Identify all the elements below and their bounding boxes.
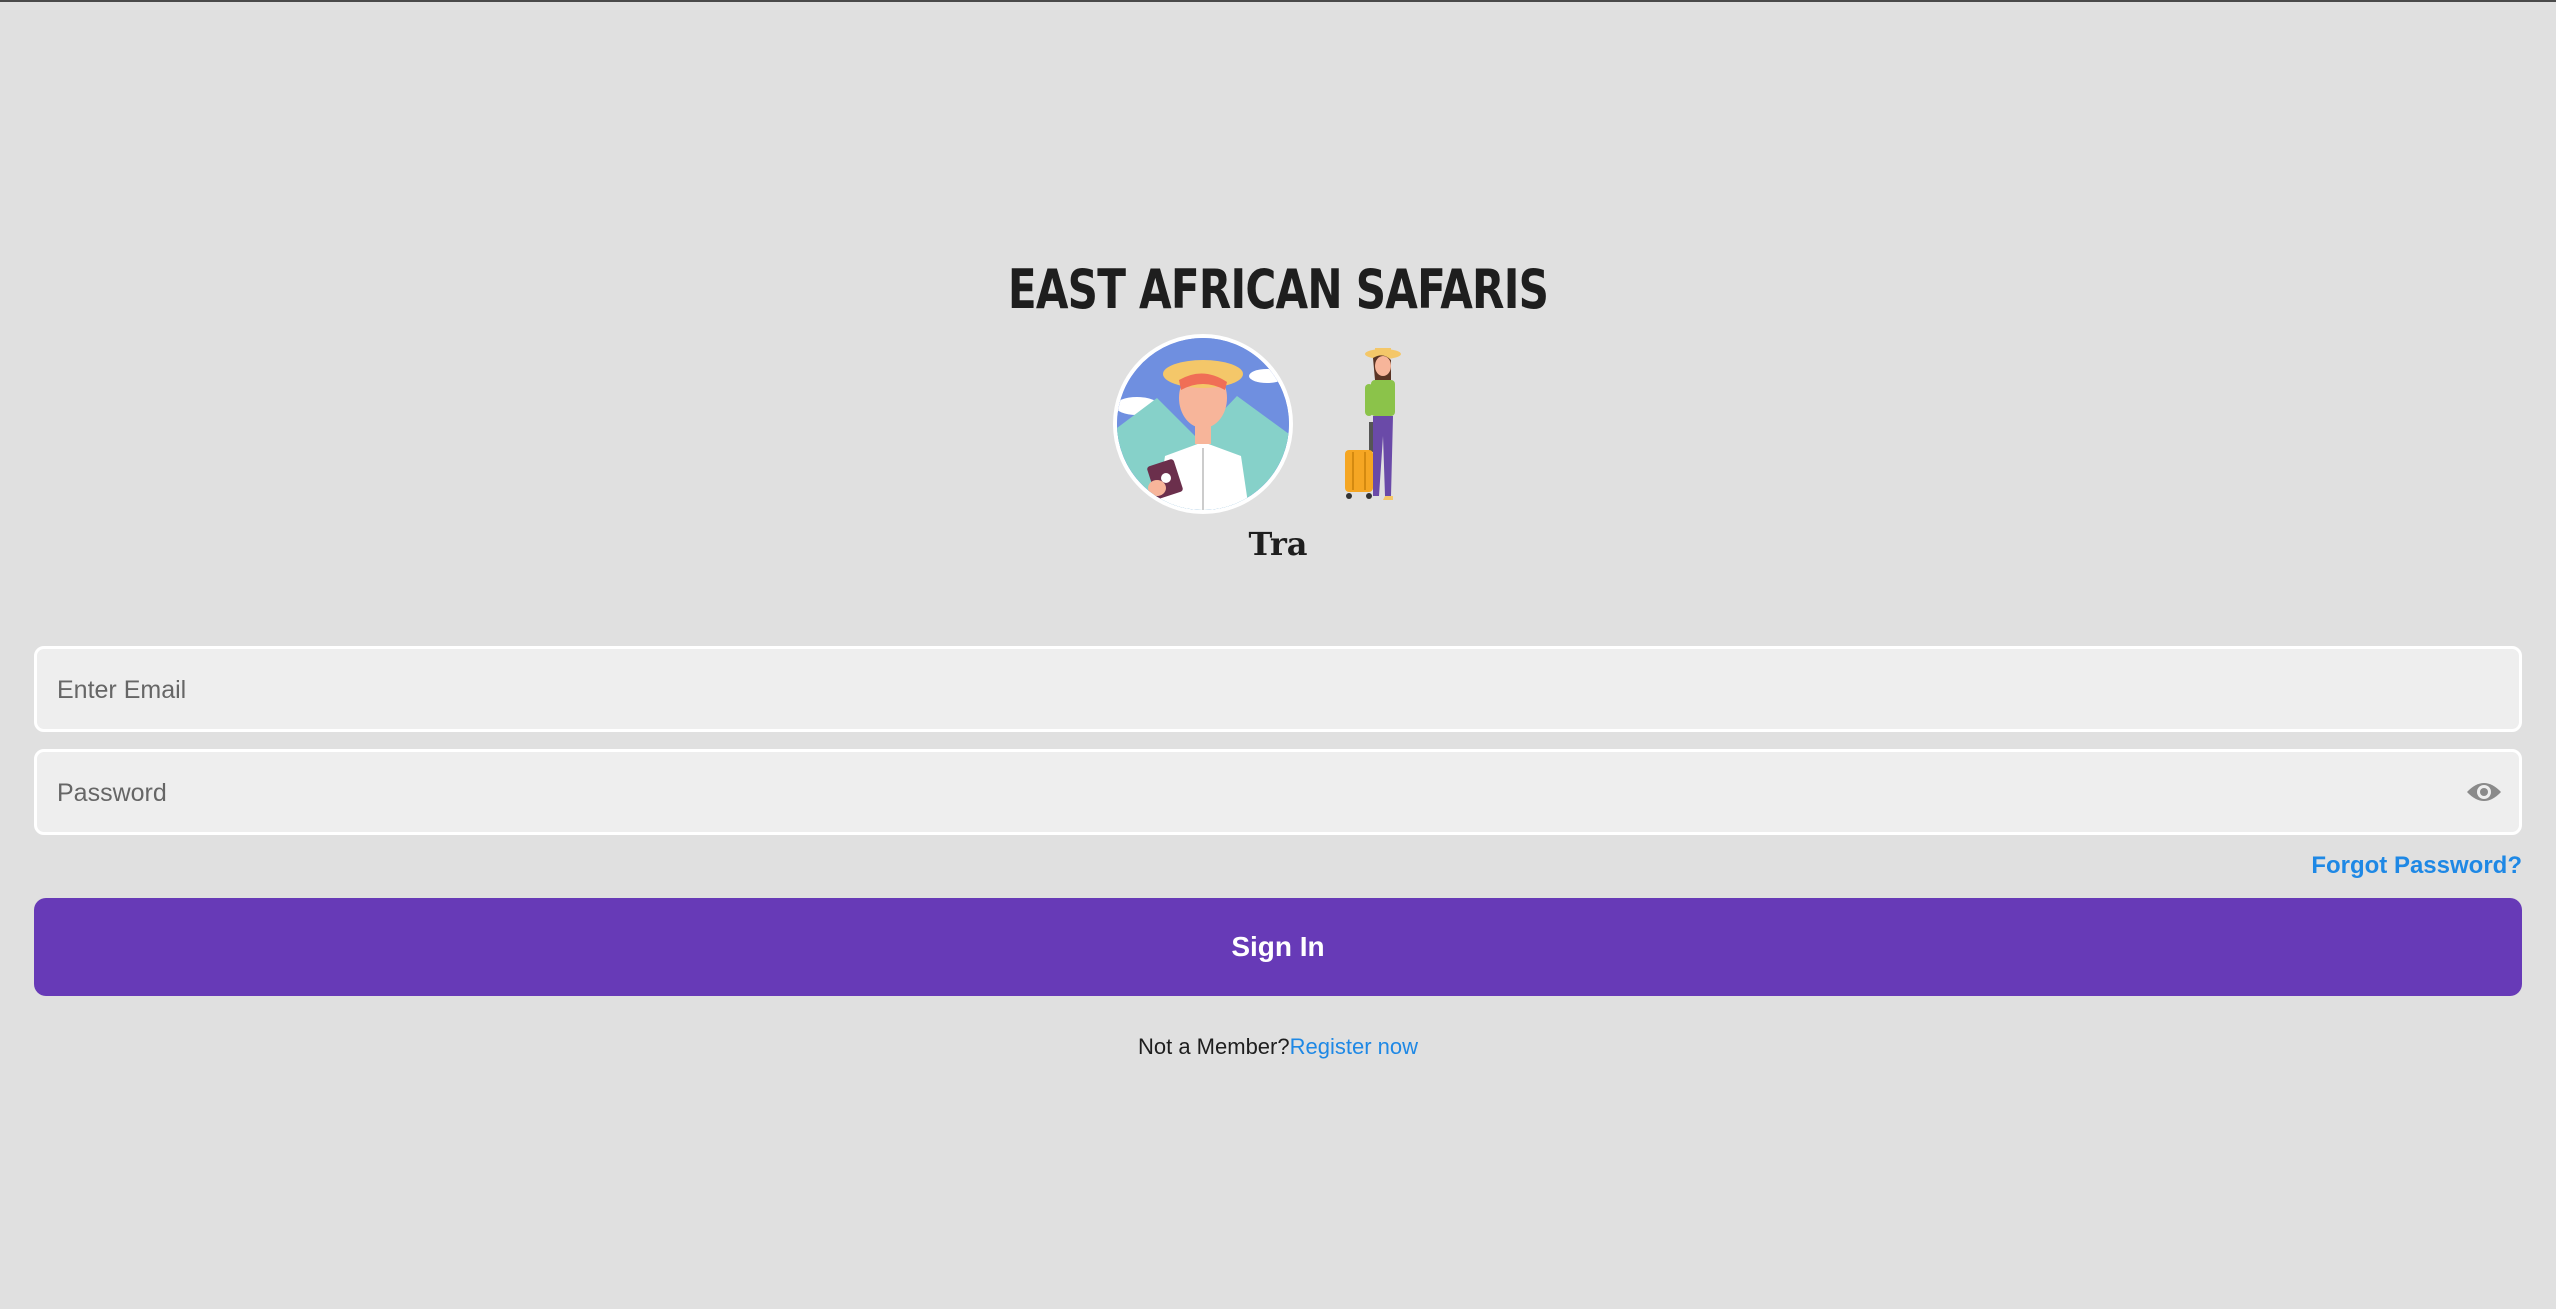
register-link[interactable]: Register now <box>1290 1034 1418 1059</box>
app-title: EAST AFRICAN SAFARIS <box>1007 258 1549 321</box>
not-member-text: Not a Member? <box>1137 1034 1290 1059</box>
sign-in-button[interactable]: Sign In <box>34 898 2522 996</box>
window-top-border <box>0 0 2556 2</box>
email-input[interactable] <box>55 649 2439 731</box>
password-input[interactable] <box>55 752 2439 834</box>
email-field-container <box>34 646 2522 732</box>
eye-icon[interactable] <box>2465 776 2503 808</box>
password-field-container <box>34 749 2522 835</box>
forgot-password-link[interactable]: Forgot Password? <box>2311 852 2522 880</box>
traveler-man-avatar-icon <box>1113 334 1293 514</box>
traveler-woman-suitcase-icon <box>1335 346 1415 502</box>
login-page: EAST AFRICAN SAFARIS Tra Enter Email For… <box>0 0 2556 1309</box>
page-subtitle: Tra <box>1248 525 1308 563</box>
register-row: Not a Member?Register now <box>0 1034 2556 1060</box>
